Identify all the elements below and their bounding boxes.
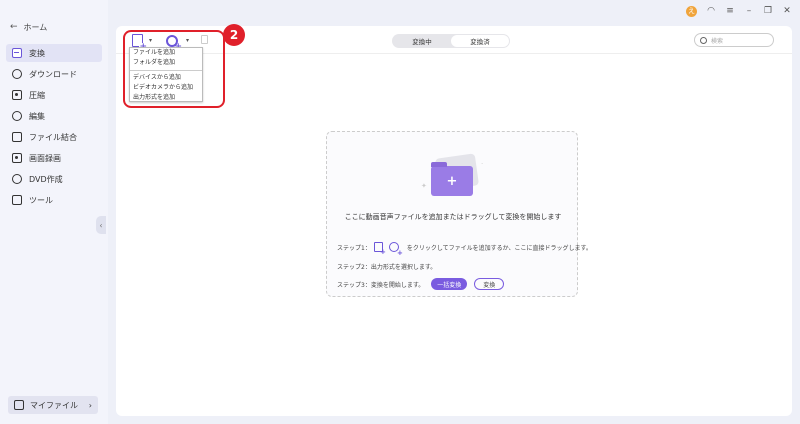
step-1-text: をクリックしてファイルを追加するか、ここに直接ドラッグします。	[406, 244, 592, 252]
sidebar-collapse-button[interactable]: ‹	[96, 216, 106, 234]
sidebar-item-label: DVD作成	[29, 174, 63, 184]
step-3-text: ステップ3：変換を開始します。	[337, 281, 425, 289]
sidebar-item-tools[interactable]: ツール	[6, 191, 102, 209]
restore-icon[interactable]: ❐	[763, 6, 773, 16]
step-2-text: ステップ2：出力形式を選択します。	[337, 264, 437, 271]
chevron-right-icon: ›	[88, 400, 92, 410]
step-1: ステップ1： をクリックしてファイルを追加するか、ここに直接ドラッグします。	[337, 242, 592, 256]
home-link[interactable]: ← ホーム	[10, 20, 47, 34]
sidebar-item-merge[interactable]: ファイル結合	[6, 128, 102, 146]
sidebar-item-label: 圧縮	[29, 90, 45, 100]
sidebar-item-download[interactable]: ダウンロード	[6, 65, 102, 83]
sidebar-item-label: ツール	[29, 195, 53, 205]
scissors-icon	[12, 111, 22, 121]
sidebar-item-compress[interactable]: 圧縮	[6, 86, 102, 104]
myfiles-label: マイファイル	[30, 400, 78, 410]
batch-convert-button[interactable]: 一括変換	[431, 278, 468, 290]
step-2: ステップ2：出力形式を選択します。	[337, 262, 436, 271]
sidebar-item-dvd[interactable]: DVD作成	[6, 170, 102, 188]
folder-illustration: + ✦ ·	[421, 152, 487, 202]
sidebar-item-screen-record[interactable]: 画面録画	[6, 149, 102, 167]
window-controls: え ◠ ≡ – ❐ ✕	[686, 4, 792, 18]
sidebar-item-label: ファイル結合	[29, 132, 77, 142]
compress-icon	[12, 90, 22, 100]
step-1-label: ステップ1：	[337, 244, 371, 252]
merge-icon	[12, 132, 22, 142]
back-arrow-icon: ←	[10, 22, 18, 32]
myfiles-button[interactable]: マイファイル ›	[8, 396, 98, 414]
sidebar-item-convert[interactable]: 変換	[6, 44, 102, 62]
main-panel: ▾ ▾ 変換中 変換済 検索 ファイルを追加 フォルダを追加 デバイスから追加 …	[116, 24, 792, 416]
drop-zone-title: ここに動画音声ファイルを追加またはドラッグして変換を開始します	[344, 213, 562, 221]
avatar-icon[interactable]: え	[686, 5, 697, 17]
search-placeholder: 検索	[711, 37, 724, 45]
annotation-highlight: 2	[123, 24, 245, 108]
search-icon	[700, 36, 707, 44]
search-input[interactable]: 検索	[694, 33, 774, 47]
screen-record-icon	[12, 153, 22, 163]
tab-converted[interactable]: 変換済	[451, 35, 509, 47]
drop-zone[interactable]: + ✦ · ここに動画音声ファイルを追加またはドラッグして変換を開始します ステ…	[326, 131, 592, 297]
add-camera-icon	[388, 242, 403, 256]
menu-icon[interactable]: ≡	[725, 6, 735, 16]
convert-icon	[12, 48, 22, 58]
sparkle-icon: ✦	[421, 182, 427, 190]
headset-icon[interactable]: ◠	[706, 6, 716, 16]
minimize-icon[interactable]: –	[744, 6, 754, 16]
home-label: ホーム	[23, 22, 48, 32]
sidebar: ← ホーム 変換 ダウンロード 圧縮 編集 ファイル結合 画面録画 DVD作成 …	[0, 0, 108, 424]
download-icon	[12, 69, 22, 79]
sidebar-item-label: 変換	[29, 48, 45, 58]
tab-converting[interactable]: 変換中	[393, 35, 451, 47]
add-folder-icon: +	[431, 162, 473, 196]
status-tabs: 変換中 変換済	[392, 34, 510, 48]
sidebar-item-label: 画面録画	[29, 153, 61, 163]
folder-icon	[14, 400, 24, 410]
close-icon[interactable]: ✕	[782, 6, 792, 16]
convert-button[interactable]: 変換	[474, 278, 505, 290]
annotation-badge: 2	[223, 24, 245, 46]
sidebar-item-edit[interactable]: 編集	[6, 107, 102, 125]
dvd-icon	[12, 174, 22, 184]
sidebar-item-label: ダウンロード	[29, 69, 77, 79]
tools-icon	[12, 195, 22, 205]
add-file-icon	[373, 242, 386, 255]
sparkle-icon: ·	[481, 160, 484, 168]
sidebar-item-label: 編集	[29, 111, 45, 121]
step-3: ステップ3：変換を開始します。 一括変換 変換	[337, 278, 505, 290]
